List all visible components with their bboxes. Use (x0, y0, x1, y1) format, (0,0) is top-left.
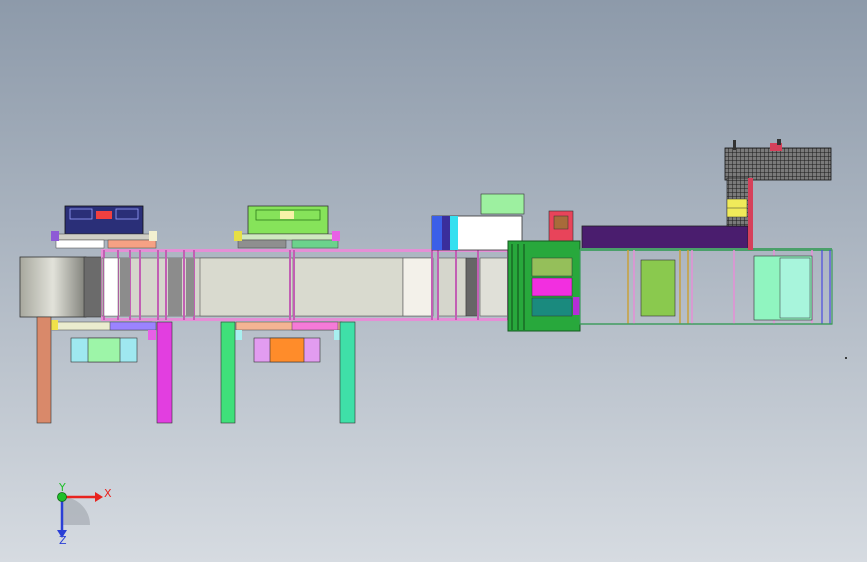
cad-viewport[interactable]: X Y Z (0, 0, 867, 562)
stray-point (845, 357, 847, 359)
z-axis-label: Z (59, 534, 67, 547)
x-axis-arrowhead (95, 492, 103, 502)
unwind-drum (19, 256, 103, 318)
coordinate-triad[interactable]: X Y Z (57, 481, 112, 547)
y-axis-label: Y (58, 481, 66, 494)
main-conveyor (101, 249, 522, 321)
support-legs (36, 316, 356, 424)
output-section (579, 225, 833, 325)
x-axis-label: X (104, 487, 112, 500)
